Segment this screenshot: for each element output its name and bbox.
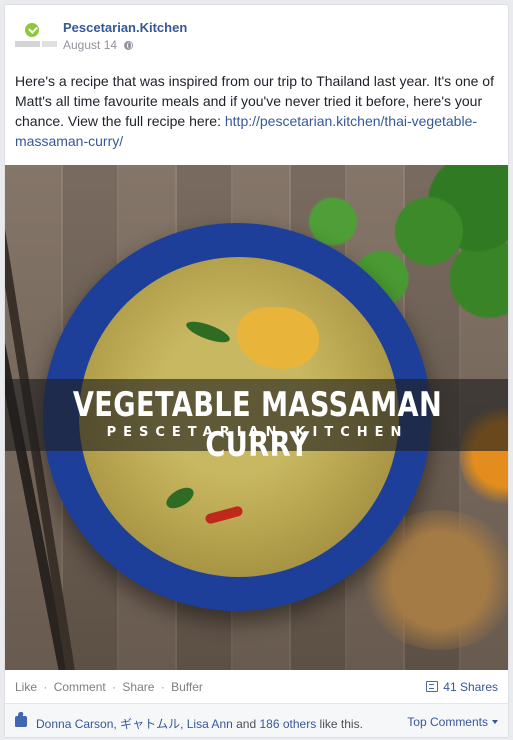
separator: · <box>43 680 48 694</box>
post-date[interactable]: August 14 <box>63 38 134 52</box>
action-links: Like · Comment · Share · Buffer <box>15 680 203 694</box>
shares-count[interactable]: 41 Shares <box>443 680 498 694</box>
post-header: Pescetarian.Kitchen August 14 <box>5 5 508 65</box>
post-date-text[interactable]: August 14 <box>63 38 117 52</box>
top-comments-dropdown[interactable]: Top Comments <box>407 715 498 729</box>
others-link[interactable]: 186 others <box>260 717 317 731</box>
post-photo[interactable]: VEGETABLE MASSAMAN CURRY PESCETARIAN.KIT… <box>5 165 508 670</box>
buffer-link[interactable]: Buffer <box>171 680 203 694</box>
liker-name-link[interactable]: Donna Carson <box>36 717 113 731</box>
likes-and: and <box>232 717 260 731</box>
likes-summary: Donna Carson, ギャトムル, Lisa Ann and 186 ot… <box>36 717 363 731</box>
separator: · <box>160 680 165 694</box>
liker-name-link[interactable]: ギャトムル <box>120 717 180 731</box>
thumbs-up-icon <box>15 716 27 727</box>
post-actions-bar: Like · Comment · Share · Buffer 41 Share… <box>5 670 508 704</box>
likes-suffix: like this. <box>316 717 363 731</box>
caret-down-icon <box>492 720 498 724</box>
photo-subtitle: PESCETARIAN.KITCHEN <box>106 425 409 440</box>
page-avatar[interactable] <box>15 19 57 61</box>
globe-icon <box>124 41 134 50</box>
leaf-logo-icon <box>25 23 39 37</box>
post-text: Here's a recipe that was inspired from o… <box>15 71 503 151</box>
share-link[interactable]: Share <box>122 680 154 694</box>
logo-wordmark <box>15 41 57 47</box>
comment-link[interactable]: Comment <box>54 680 106 694</box>
share-icon <box>426 681 439 692</box>
page-name-link[interactable]: Pescetarian.Kitchen <box>63 20 187 35</box>
separator: · <box>112 680 117 694</box>
photo-title-banner: VEGETABLE MASSAMAN CURRY PESCETARIAN.KIT… <box>5 379 508 465</box>
post-card: Pescetarian.Kitchen August 14 Here's a r… <box>4 4 509 738</box>
like-link[interactable]: Like <box>15 680 37 694</box>
top-comments-label[interactable]: Top Comments <box>407 715 488 729</box>
likes-bar: Donna Carson, ギャトムル, Lisa Ann and 186 ot… <box>5 704 508 737</box>
liker-name-link[interactable]: Lisa Ann <box>187 717 233 731</box>
shares-count-link[interactable]: 41 Shares <box>426 680 498 694</box>
